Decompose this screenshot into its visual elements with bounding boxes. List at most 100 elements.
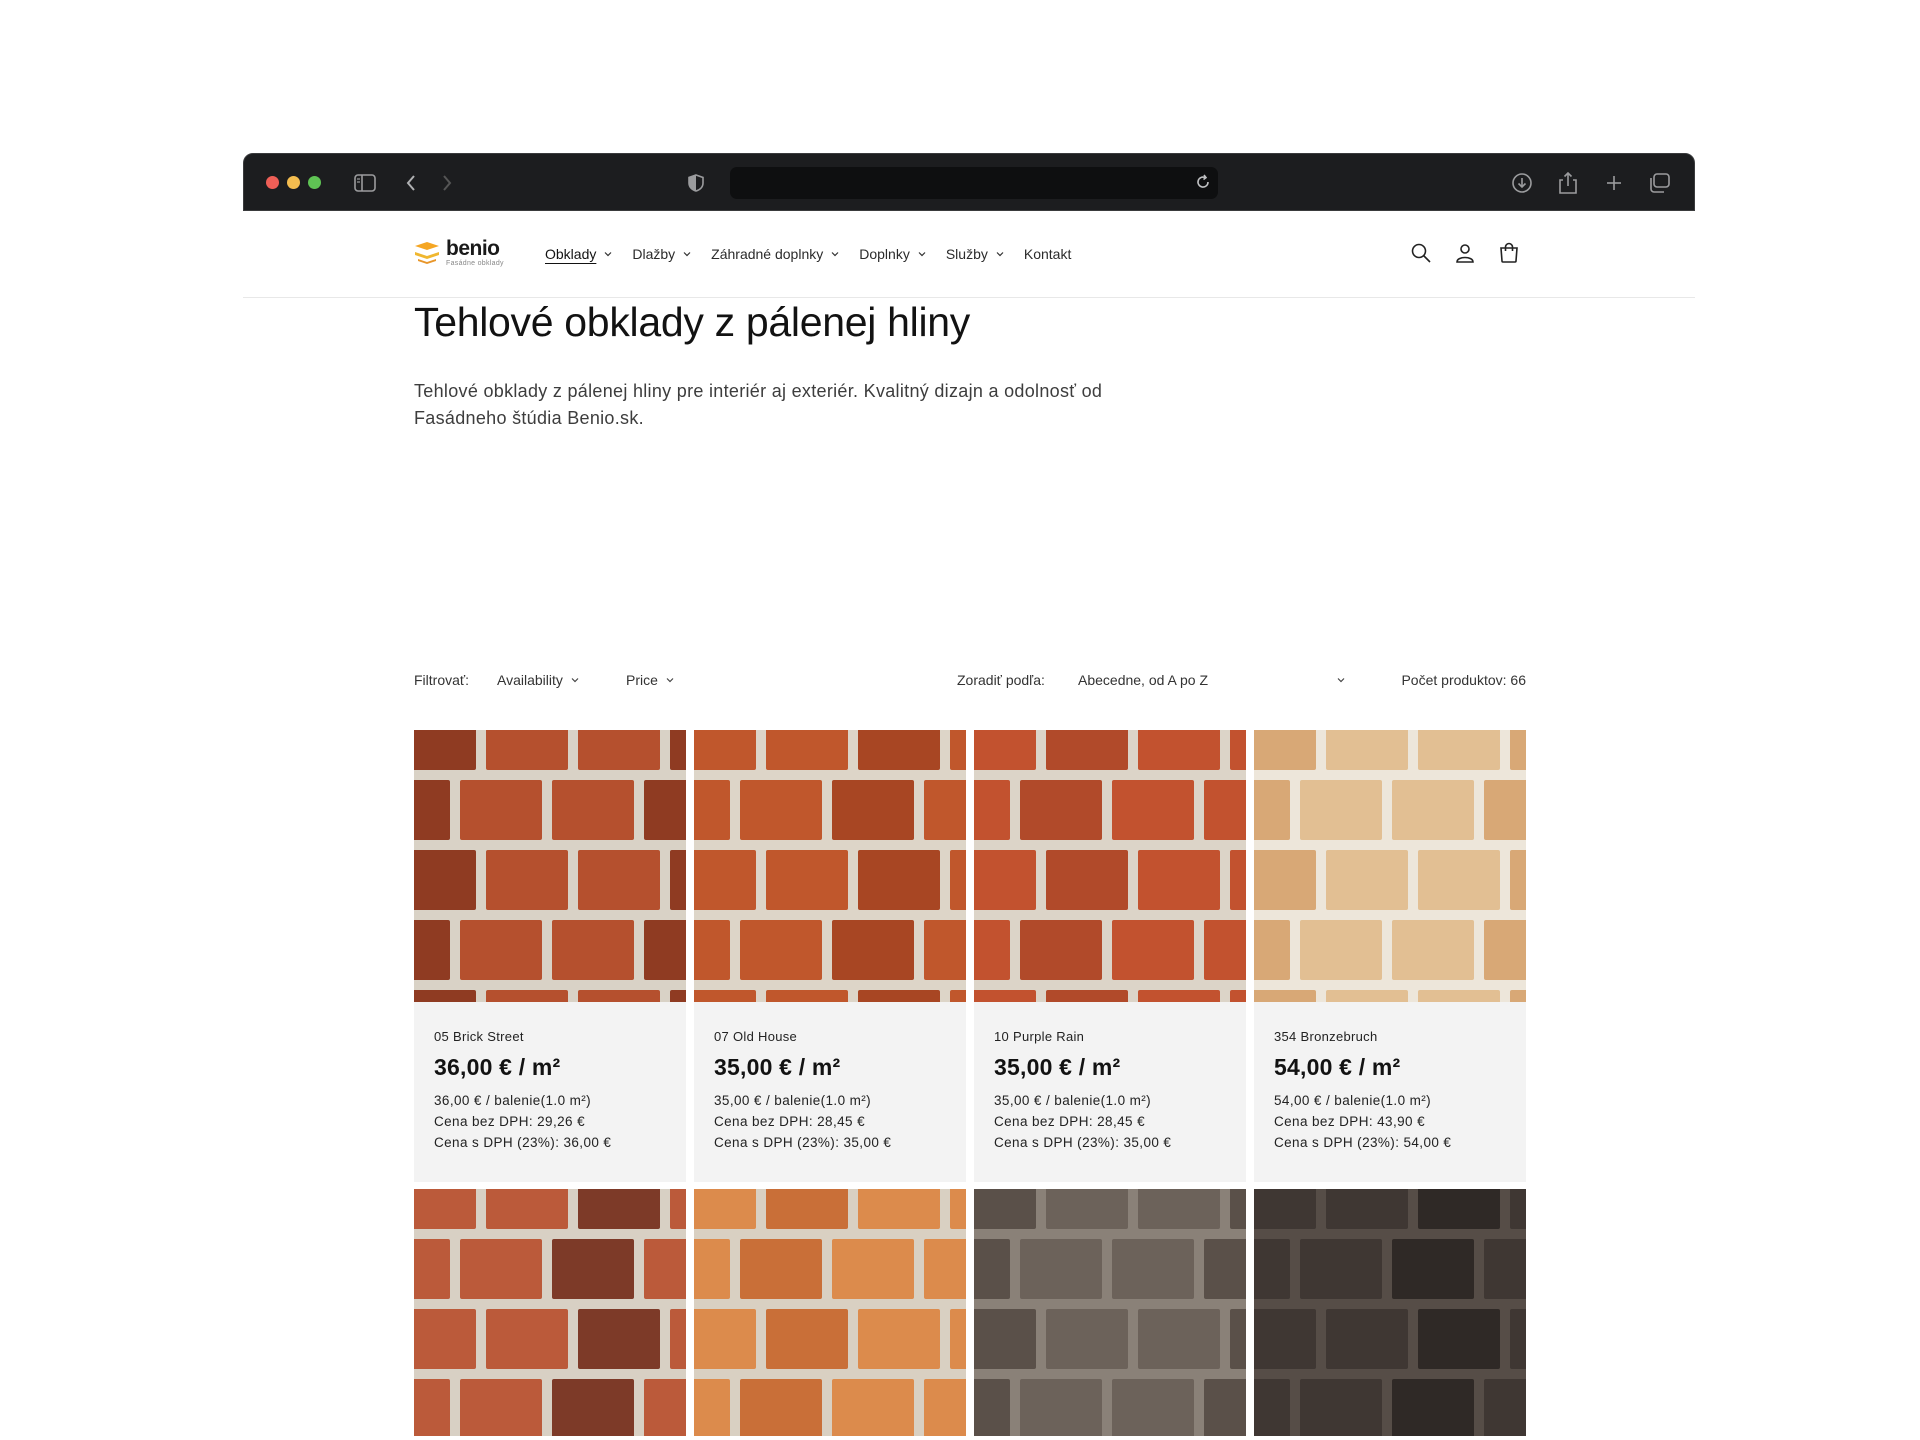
filter-label: Filtrovať: xyxy=(414,672,470,688)
product-image[interactable] xyxy=(974,730,1246,1002)
brick-texture-image xyxy=(694,1189,966,1436)
logo-mark-icon xyxy=(415,241,439,264)
product-pack-price: 54,00 € / balenie(1.0 m²) xyxy=(1274,1093,1432,1108)
chevron-down-icon xyxy=(683,252,691,257)
main-nav: Obklady Dlažby Záhradné doplnky Doplnky … xyxy=(545,211,1090,297)
sort-label: Zoradiť podľa: xyxy=(957,672,1045,688)
nav-label: Dlažby xyxy=(632,246,676,262)
product-card[interactable] xyxy=(1254,1189,1526,1436)
collection-description: Tehlové obklady z pálenej hliny pre inte… xyxy=(414,381,1103,428)
header-icons xyxy=(1408,240,1540,266)
product-card[interactable] xyxy=(974,1189,1246,1436)
product-pack-price: 36,00 € / balenie(1.0 m²) xyxy=(434,1093,592,1108)
product-name[interactable]: 07 Old House xyxy=(714,1029,946,1044)
product-image[interactable] xyxy=(1254,730,1526,1002)
nav-label: Záhradné doplnky xyxy=(711,246,824,262)
brick-texture-image xyxy=(1254,730,1526,1002)
nav-item-zahradne-doplnky[interactable]: Záhradné doplnky xyxy=(711,246,840,262)
chevron-down-icon xyxy=(1337,678,1345,683)
chevron-down-icon xyxy=(831,252,839,257)
nav-item-doplnky[interactable]: Doplnky xyxy=(859,246,927,262)
product-image[interactable] xyxy=(414,1189,686,1436)
logo-name: benio xyxy=(446,237,500,260)
collection-content: Tehlové obklady z pálenej hliny Tehlové … xyxy=(414,297,1526,1436)
product-image[interactable] xyxy=(974,1189,1246,1436)
product-card[interactable] xyxy=(414,1189,686,1436)
product-name[interactable]: 354 Bronzebruch xyxy=(1274,1029,1506,1044)
search-icon[interactable] xyxy=(1408,240,1434,266)
nav-item-sluzby[interactable]: Služby xyxy=(946,246,1005,262)
chevron-down-icon xyxy=(666,678,674,683)
cart-icon[interactable] xyxy=(1496,240,1522,266)
product-gross-price: Cena s DPH (23%): 54,00 € xyxy=(1274,1135,1452,1150)
price-filter[interactable]: Price xyxy=(626,672,675,688)
sort-select[interactable]: Abecedne, od A po Z xyxy=(1078,672,1346,688)
account-icon[interactable] xyxy=(1452,240,1478,266)
availability-filter[interactable]: Availability xyxy=(497,672,580,688)
new-tab-icon[interactable] xyxy=(1601,170,1627,196)
product-price: 35,00 € / m² xyxy=(714,1054,841,1080)
brick-texture-image xyxy=(1254,1189,1526,1436)
forward-icon[interactable] xyxy=(434,170,460,196)
maximize-window-button[interactable] xyxy=(308,176,321,189)
filter-toolbar: Filtrovať: Availability Price Zoradiť po… xyxy=(414,672,1526,692)
product-gross-price: Cena s DPH (23%): 36,00 € xyxy=(434,1135,612,1150)
product-info: 07 Old House 35,00 € / m² 35,00 € / bale… xyxy=(694,1002,966,1182)
nav-label: Kontakt xyxy=(1023,246,1072,262)
product-card[interactable]: 354 Bronzebruch 54,00 € / m² 54,00 € / b… xyxy=(1254,730,1526,1182)
product-gross-price: Cena s DPH (23%): 35,00 € xyxy=(714,1135,892,1150)
product-card[interactable]: 10 Purple Rain 35,00 € / m² 35,00 € / ba… xyxy=(974,730,1246,1182)
brick-texture-image xyxy=(694,730,966,1002)
product-info: 10 Purple Rain 35,00 € / m² 35,00 € / ba… xyxy=(974,1002,1246,1182)
reload-icon[interactable] xyxy=(1194,173,1212,196)
availability-label: Availability xyxy=(497,672,563,688)
product-info: 354 Bronzebruch 54,00 € / m² 54,00 € / b… xyxy=(1254,1002,1526,1182)
nav-label: Obklady xyxy=(545,246,597,262)
sidebar-icon[interactable] xyxy=(352,170,378,196)
chevron-down-icon xyxy=(996,252,1004,257)
product-card[interactable]: 07 Old House 35,00 € / m² 35,00 € / bale… xyxy=(694,730,966,1182)
brick-texture-image xyxy=(974,1189,1246,1436)
product-card[interactable] xyxy=(694,1189,966,1436)
browser-toolbar xyxy=(243,153,1695,211)
nav-item-obklady[interactable]: Obklady xyxy=(545,246,613,262)
product-image[interactable] xyxy=(1254,1189,1526,1436)
logo-tagline: Fasádne obklady xyxy=(446,260,504,267)
back-icon[interactable] xyxy=(398,170,424,196)
product-info: 05 Brick Street 36,00 € / m² 36,00 € / b… xyxy=(414,1002,686,1182)
product-name[interactable]: 10 Purple Rain xyxy=(994,1029,1226,1044)
product-pack-price: 35,00 € / balenie(1.0 m²) xyxy=(714,1093,872,1108)
nav-item-kontakt[interactable]: Kontakt xyxy=(1024,246,1071,262)
tab-overview-icon[interactable] xyxy=(1646,170,1672,196)
brick-texture-image xyxy=(414,1189,686,1436)
chevron-down-icon xyxy=(918,252,926,257)
privacy-shield-icon[interactable] xyxy=(683,170,709,196)
page-title: Tehlové obklady z pálenej hliny xyxy=(414,299,970,345)
product-count: Počet produktov: 66 xyxy=(1401,672,1526,688)
price-label: Price xyxy=(626,672,658,688)
product-card[interactable]: 05 Brick Street 36,00 € / m² 36,00 € / b… xyxy=(414,730,686,1182)
minimize-window-button[interactable] xyxy=(287,176,300,189)
product-price: 36,00 € / m² xyxy=(434,1054,561,1080)
product-net-price: Cena bez DPH: 28,45 € xyxy=(994,1114,1145,1129)
nav-label: Služby xyxy=(945,246,988,262)
downloads-icon[interactable] xyxy=(1509,170,1535,196)
browser-window: benio Fasádne obklady Obklady Dlažby Záh… xyxy=(243,153,1695,1440)
logo[interactable]: benio Fasádne obklady xyxy=(414,238,504,267)
chevron-down-icon xyxy=(571,678,579,683)
product-net-price: Cena bez DPH: 29,26 € xyxy=(434,1114,585,1129)
address-bar[interactable] xyxy=(730,167,1218,199)
site-header: benio Fasádne obklady Obklady Dlažby Záh… xyxy=(243,211,1695,298)
nav-item-dlazby[interactable]: Dlažby xyxy=(632,246,692,262)
product-pack-price: 35,00 € / balenie(1.0 m²) xyxy=(994,1093,1152,1108)
sort-value: Abecedne, od A po Z xyxy=(1078,672,1208,688)
product-image[interactable] xyxy=(694,730,966,1002)
product-net-price: Cena bez DPH: 43,90 € xyxy=(1274,1114,1425,1129)
share-icon[interactable] xyxy=(1555,170,1581,196)
brick-texture-image xyxy=(974,730,1246,1002)
product-image[interactable] xyxy=(694,1189,966,1436)
close-window-button[interactable] xyxy=(266,176,279,189)
product-image[interactable] xyxy=(414,730,686,1002)
brick-texture-image xyxy=(414,730,686,1002)
product-name[interactable]: 05 Brick Street xyxy=(434,1029,666,1044)
